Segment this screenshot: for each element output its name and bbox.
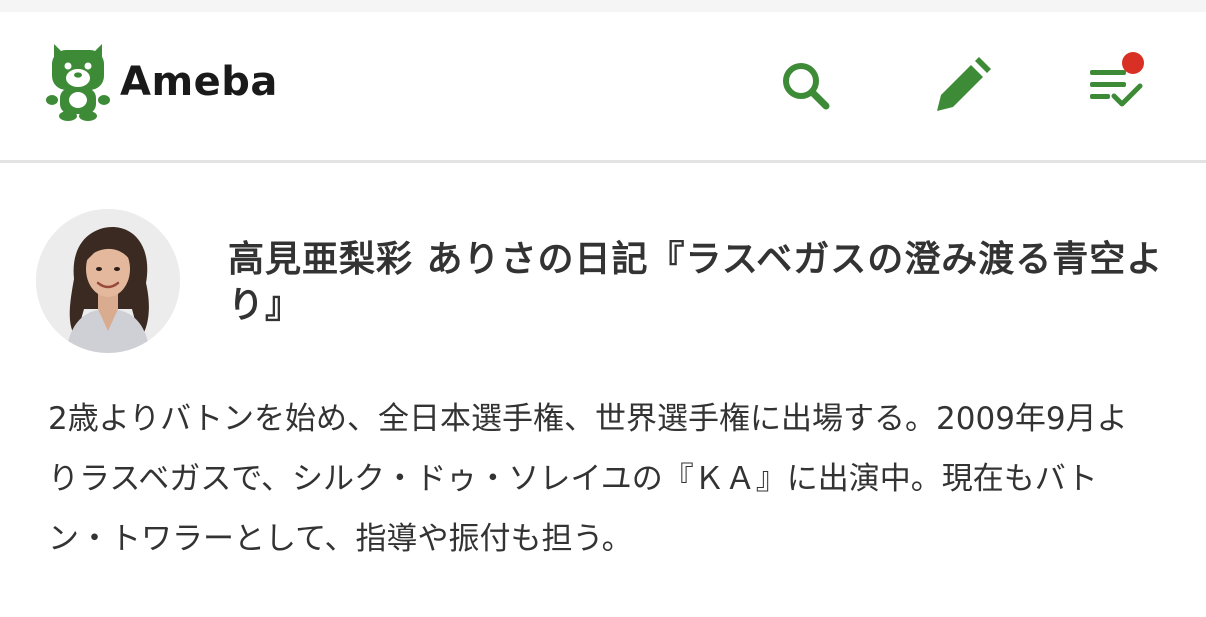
pencil-icon [937,57,991,111]
ameba-mascot-icon [46,44,110,121]
status-strip [0,0,1206,12]
search-button[interactable] [770,50,842,122]
ameba-logo[interactable]: Ameba [46,42,286,122]
blog-title[interactable]: 高見亜梨彩 ありさの日記『ラスベガスの澄み渡る青空より』 [228,237,1168,329]
reading-list-button[interactable] [1080,50,1152,122]
search-icon [783,63,830,110]
notification-badge [1122,52,1144,74]
avatar[interactable] [36,209,180,353]
write-post-button[interactable] [926,50,998,122]
app-header: Ameba [0,12,1206,163]
blog-profile: 高見亜梨彩 ありさの日記『ラスベガスの澄み渡る青空より』 2歳よりバトンを始め、… [0,163,1206,617]
blog-description: 2歳よりバトンを始め、全日本選手権、世界選手権に出場する。2009年9月よりラス… [48,401,1128,557]
logo-wordmark: Ameba [120,59,278,105]
avatar-photo [36,209,180,353]
